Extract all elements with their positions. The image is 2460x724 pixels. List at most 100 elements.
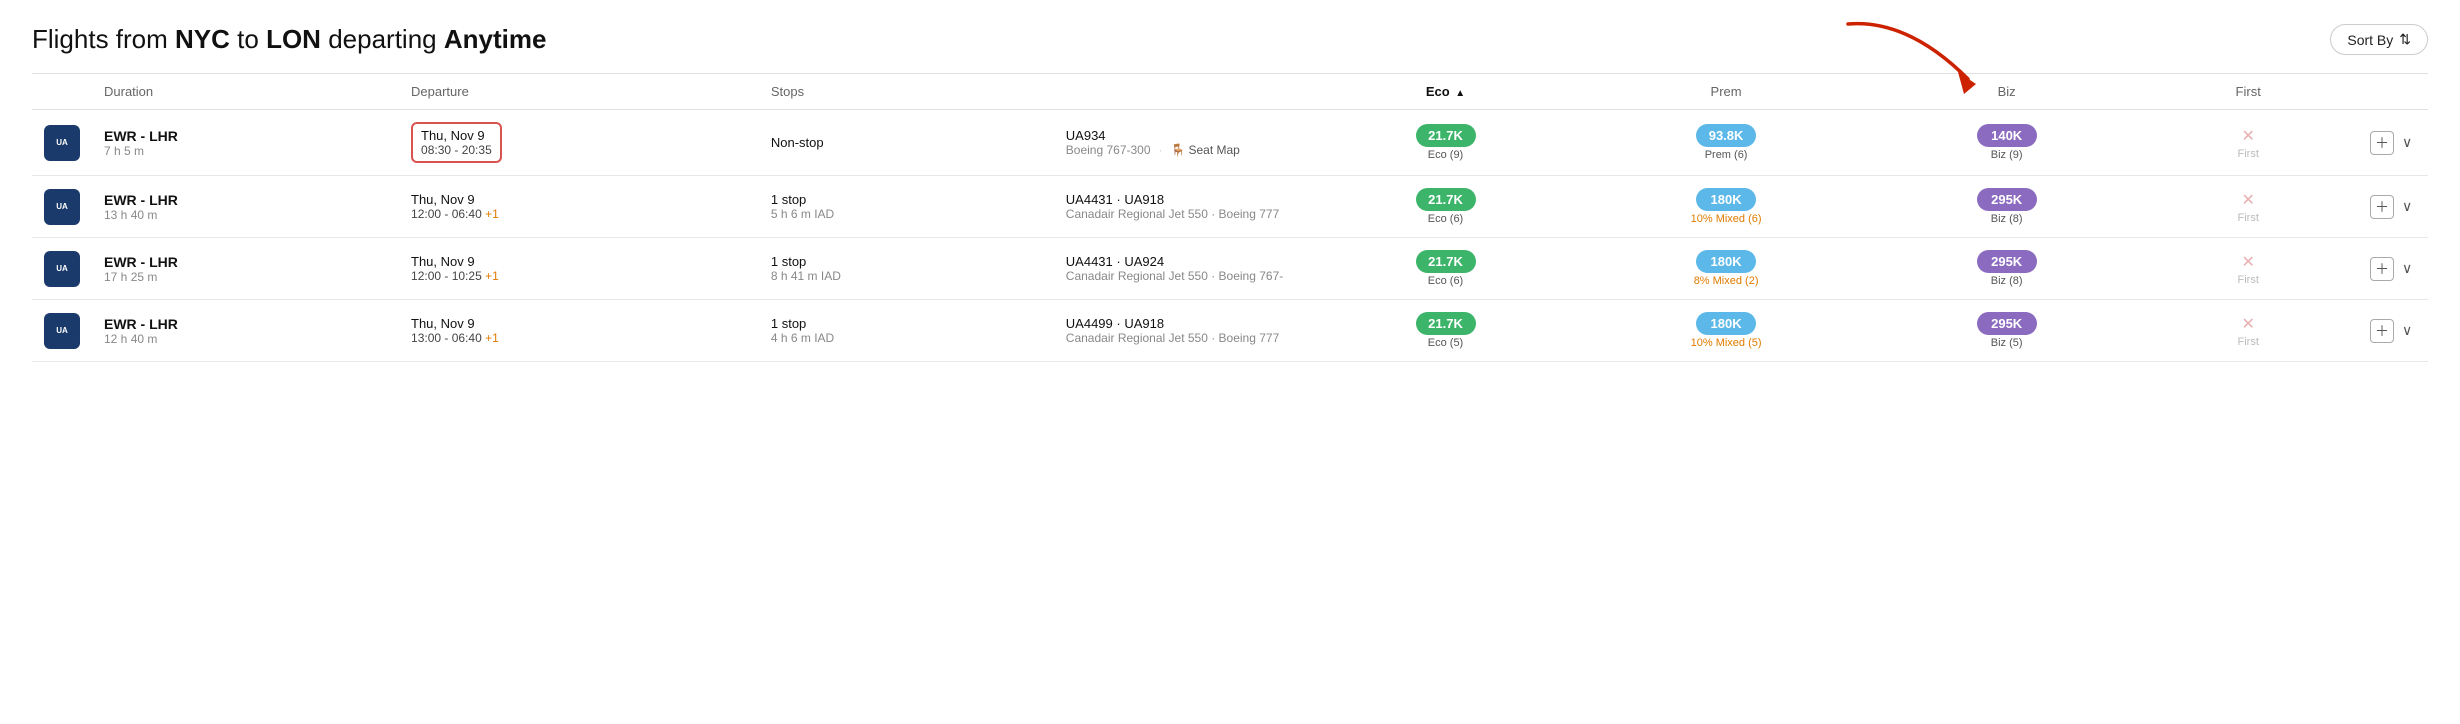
- airline-logo-cell: UA: [32, 110, 92, 176]
- airline-logo: UA: [44, 313, 80, 349]
- table-row: UA EWR - LHR 7 h 5 m Thu, Nov 9 08:30 - …: [32, 110, 2428, 176]
- expand-button[interactable]: ＋: [2370, 131, 2394, 155]
- route-duration: 17 h 25 m: [104, 270, 387, 284]
- first-unavailable: ✕ First: [2150, 252, 2346, 286]
- col-flight-info: [1054, 74, 1314, 110]
- stops-cell: Non-stop: [759, 110, 1054, 176]
- x-icon: ✕: [2241, 252, 2254, 272]
- first-label: First: [2238, 148, 2259, 160]
- eco-badge: 21.7K: [1416, 188, 1476, 211]
- col-prem: Prem: [1577, 74, 1875, 110]
- stops-label: 1 stop: [771, 192, 1042, 207]
- stops-cell: 1 stop 8 h 41 m IAD: [759, 238, 1054, 300]
- aircraft-name: Canadair Regional Jet 550 · Boeing 777: [1066, 207, 1279, 221]
- eco-sub: Eco (6): [1326, 275, 1565, 287]
- first-label: First: [2238, 274, 2259, 286]
- biz-price-cell: 295K Biz (8): [1875, 176, 2138, 238]
- aircraft-name: Boeing 767-300: [1066, 143, 1151, 157]
- x-icon: ✕: [2241, 126, 2254, 146]
- chevron-button[interactable]: ∨: [2402, 134, 2412, 151]
- stops-label: Non-stop: [771, 135, 1042, 150]
- prem-badge: 180K: [1696, 312, 1756, 335]
- table-row: UA EWR - LHR 13 h 40 m Thu, Nov 9 12:00 …: [32, 176, 2428, 238]
- table-header-row: Duration Departure Stops Eco ▲ Prem Biz …: [32, 74, 2428, 110]
- col-logo: [32, 74, 92, 110]
- col-biz: Biz: [1875, 74, 2138, 110]
- aircraft-info: Canadair Regional Jet 550 · Boeing 777: [1066, 331, 1302, 345]
- flight-codes: UA934: [1066, 128, 1302, 143]
- departure-normal: Thu, Nov 9 12:00 - 06:40 +1: [411, 192, 747, 221]
- eco-sub: Eco (5): [1326, 337, 1565, 349]
- airline-logo-cell: UA: [32, 176, 92, 238]
- sort-label: Sort By: [2347, 32, 2393, 48]
- expand-button[interactable]: ＋: [2370, 319, 2394, 343]
- eco-badge: 21.7K: [1416, 250, 1476, 273]
- expand-button[interactable]: ＋: [2370, 257, 2394, 281]
- route-duration: 7 h 5 m: [104, 144, 387, 158]
- biz-sub: Biz (8): [1887, 213, 2126, 225]
- prem-sub: Prem (6): [1589, 149, 1863, 161]
- route-name: EWR - LHR: [104, 192, 387, 208]
- col-stops: Stops: [759, 74, 1054, 110]
- biz-price-cell: 140K Biz (9): [1875, 110, 2138, 176]
- aircraft-info: Boeing 767-300·🪑 Seat Map: [1066, 143, 1302, 157]
- eco-sub: Eco (6): [1326, 213, 1565, 225]
- route-name: EWR - LHR: [104, 128, 387, 144]
- first-label: First: [2238, 212, 2259, 224]
- biz-badge: 295K: [1977, 188, 2037, 211]
- page-title: Flights from NYC to LON departing Anytim…: [32, 24, 546, 55]
- biz-price-cell: 295K Biz (8): [1875, 238, 2138, 300]
- eco-price-cell: 21.7K Eco (9): [1314, 110, 1577, 176]
- col-departure: Departure: [399, 74, 759, 110]
- chevron-button[interactable]: ∨: [2402, 198, 2412, 215]
- departure-cell: Thu, Nov 9 08:30 - 20:35: [399, 110, 759, 176]
- prem-badge: 93.8K: [1696, 124, 1756, 147]
- prem-price-cell: 93.8K Prem (6): [1577, 110, 1875, 176]
- chevron-button[interactable]: ∨: [2402, 322, 2412, 339]
- prem-price-cell: 180K 8% Mixed (2): [1577, 238, 1875, 300]
- first-price-cell: ✕ First: [2138, 110, 2358, 176]
- stops-cell: 1 stop 4 h 6 m IAD: [759, 300, 1054, 362]
- eco-badge: 21.7K: [1416, 312, 1476, 335]
- action-cell: ＋ ∨: [2358, 300, 2428, 362]
- sort-button[interactable]: Sort By ⇅: [2330, 24, 2428, 55]
- biz-sub: Biz (8): [1887, 275, 2126, 287]
- eco-price-cell: 21.7K Eco (6): [1314, 238, 1577, 300]
- flights-table: Duration Departure Stops Eco ▲ Prem Biz …: [32, 73, 2428, 362]
- route-duration-cell: EWR - LHR 13 h 40 m: [92, 176, 399, 238]
- departure-cell: Thu, Nov 9 13:00 - 06:40 +1: [399, 300, 759, 362]
- biz-price-cell: 295K Biz (5): [1875, 300, 2138, 362]
- first-unavailable: ✕ First: [2150, 190, 2346, 224]
- departure-cell: Thu, Nov 9 12:00 - 10:25 +1: [399, 238, 759, 300]
- action-cell: ＋ ∨: [2358, 110, 2428, 176]
- biz-sub: Biz (5): [1887, 337, 2126, 349]
- first-price-cell: ✕ First: [2138, 238, 2358, 300]
- departure-highlighted: Thu, Nov 9 08:30 - 20:35: [411, 122, 502, 163]
- flight-info-cell: UA4499 · UA918 Canadair Regional Jet 550…: [1054, 300, 1314, 362]
- chevron-button[interactable]: ∨: [2402, 260, 2412, 277]
- airline-logo-cell: UA: [32, 300, 92, 362]
- expand-button[interactable]: ＋: [2370, 195, 2394, 219]
- stops-detail: 4 h 6 m IAD: [771, 331, 1042, 345]
- table-row: UA EWR - LHR 12 h 40 m Thu, Nov 9 13:00 …: [32, 300, 2428, 362]
- biz-badge: 295K: [1977, 250, 2037, 273]
- col-duration: Duration: [92, 74, 399, 110]
- route-name: EWR - LHR: [104, 316, 387, 332]
- first-unavailable: ✕ First: [2150, 314, 2346, 348]
- aircraft-name: Canadair Regional Jet 550 · Boeing 777: [1066, 331, 1279, 345]
- aircraft-name: Canadair Regional Jet 550 · Boeing 767-: [1066, 269, 1283, 283]
- route-duration: 12 h 40 m: [104, 332, 387, 346]
- flight-info-cell: UA4431 · UA918 Canadair Regional Jet 550…: [1054, 176, 1314, 238]
- prem-price-cell: 180K 10% Mixed (5): [1577, 300, 1875, 362]
- table-row: UA EWR - LHR 17 h 25 m Thu, Nov 9 12:00 …: [32, 238, 2428, 300]
- flight-codes: UA4499 · UA918: [1066, 316, 1302, 331]
- airline-logo-cell: UA: [32, 238, 92, 300]
- col-first: First: [2138, 74, 2358, 110]
- prem-sub: 10% Mixed (6): [1589, 213, 1863, 225]
- seat-map-link[interactable]: 🪑 Seat Map: [1171, 143, 1240, 157]
- flight-info-cell: UA934 Boeing 767-300·🪑 Seat Map: [1054, 110, 1314, 176]
- prem-sub: 8% Mixed (2): [1589, 275, 1863, 287]
- prem-sub: 10% Mixed (5): [1589, 337, 1863, 349]
- eco-badge: 21.7K: [1416, 124, 1476, 147]
- biz-badge: 140K: [1977, 124, 2037, 147]
